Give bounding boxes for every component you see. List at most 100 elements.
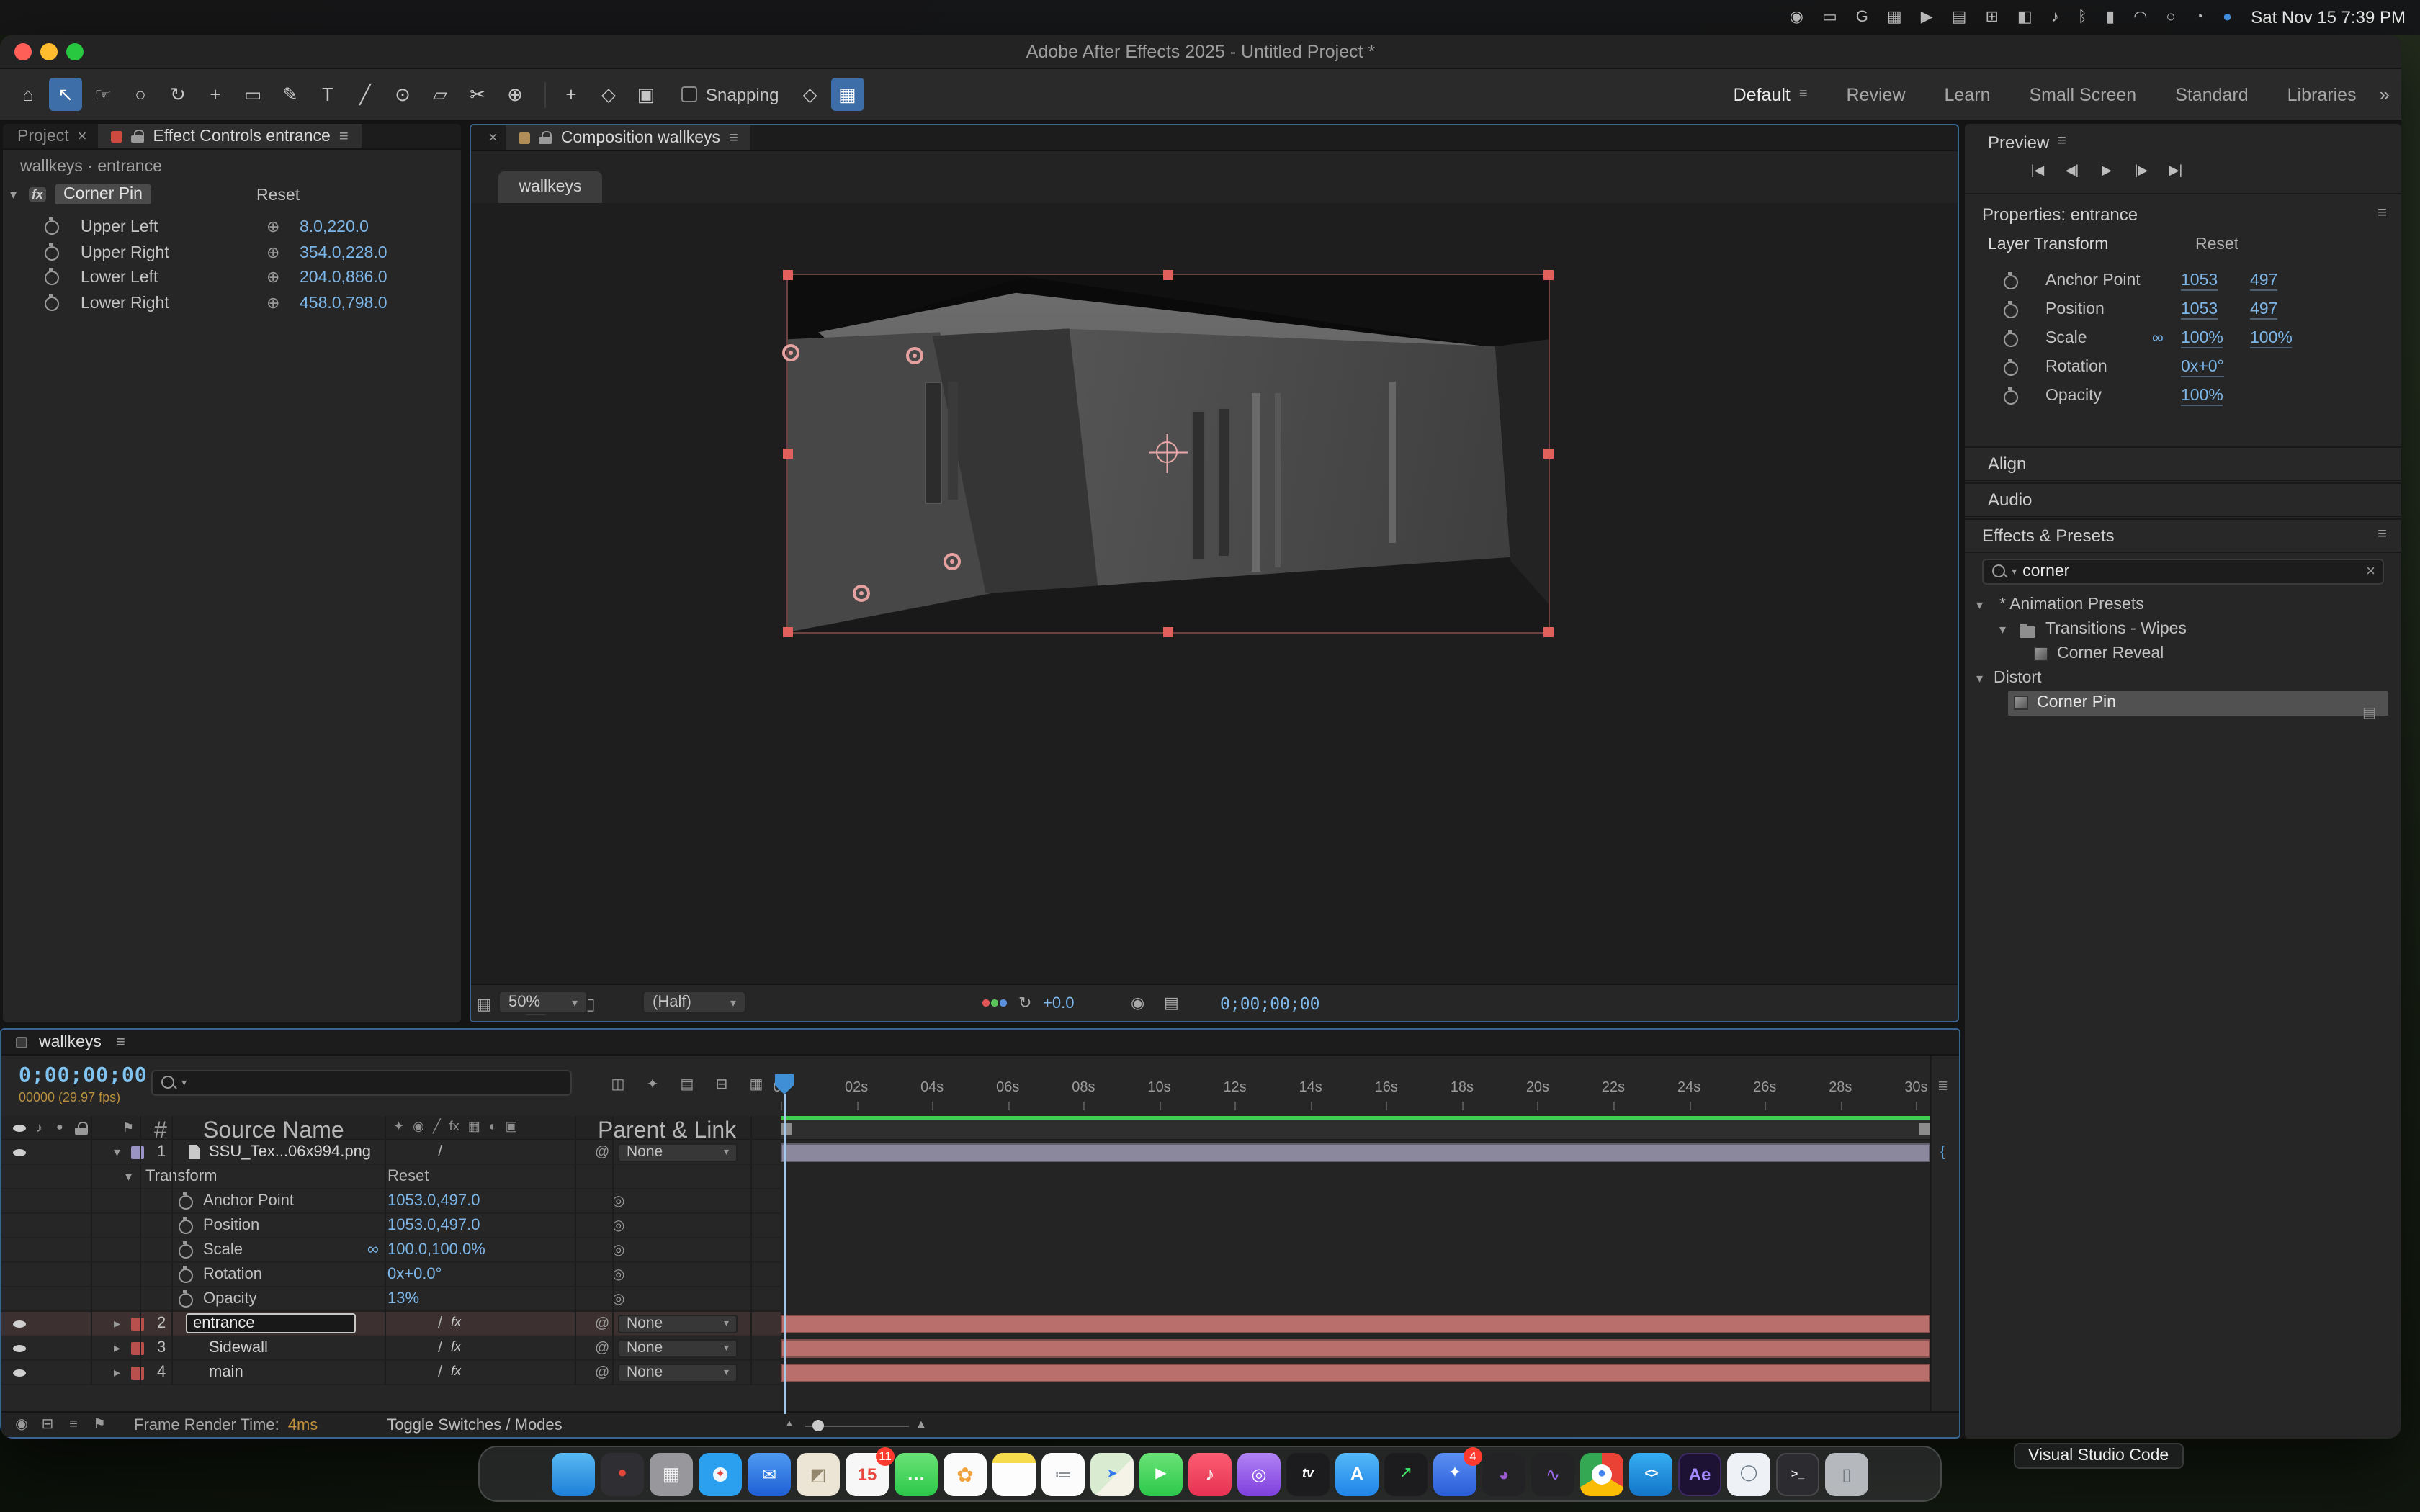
property-value[interactable]: 100% bbox=[2181, 330, 2223, 348]
stopwatch-icon[interactable] bbox=[43, 243, 59, 260]
scale-row[interactable]: Scale ∞ 100.0,100.0% ◎ bbox=[1, 1238, 781, 1263]
previous-frame-button[interactable]: ◀| bbox=[2057, 158, 2087, 181]
tab-project[interactable]: Project bbox=[17, 127, 69, 145]
clear-search-icon[interactable]: × bbox=[2366, 563, 2375, 580]
bluetooth-icon[interactable]: ᛒ bbox=[2078, 9, 2087, 25]
property-value[interactable]: 100% bbox=[2250, 330, 2293, 348]
chevron-right-icon[interactable]: ▸ bbox=[114, 1316, 120, 1332]
param-row-lower-left[interactable]: Lower Left ⊕ 204.0,886.0 bbox=[3, 266, 461, 291]
target-icon[interactable]: ⊕ bbox=[266, 293, 279, 312]
reset-exposure-icon[interactable]: ↻ bbox=[1018, 994, 1031, 1012]
effect-reset-button[interactable]: Reset bbox=[256, 187, 300, 204]
dock-terminal[interactable]: >_ bbox=[1776, 1452, 1819, 1495]
property-value[interactable]: 1053 bbox=[2181, 301, 2218, 320]
bbox-handle[interactable] bbox=[783, 270, 793, 280]
target-icon[interactable]: ⊕ bbox=[266, 268, 279, 287]
param-row-lower-right[interactable]: Lower Right ⊕ 458.0,798.0 bbox=[3, 292, 461, 316]
quality-switch[interactable]: / bbox=[438, 1315, 442, 1332]
tree-item-animation-presets[interactable]: ▾ * Animation Presets bbox=[1965, 593, 2401, 618]
collapse-switch-icon[interactable]: ✦ bbox=[393, 1119, 404, 1135]
layer-color-swatch[interactable] bbox=[131, 1146, 144, 1159]
effect-name[interactable]: Corner Pin bbox=[55, 184, 151, 204]
bbox-handle[interactable] bbox=[783, 449, 793, 459]
time-ruler[interactable]: 0s02s04s06s08s10s12s14s16s18s20s22s24s26… bbox=[781, 1076, 1960, 1113]
tree-item-transitions-wipes[interactable]: ▾ Transitions - Wipes bbox=[1965, 618, 2401, 642]
local-axis-mode-icon[interactable]: + bbox=[555, 78, 588, 111]
volume-icon[interactable]: ♪ bbox=[2051, 9, 2059, 25]
layer-4-duration-bar[interactable] bbox=[781, 1364, 1930, 1382]
stopwatch-icon[interactable] bbox=[177, 1217, 193, 1234]
rotation-row[interactable]: Rotation 0x+0.0° ◎ bbox=[1, 1263, 781, 1287]
stopwatch-icon[interactable] bbox=[177, 1192, 193, 1210]
parent-dropdown[interactable]: None▾ bbox=[618, 1338, 738, 1357]
property-value[interactable]: 1053.0,497.0 bbox=[387, 1217, 480, 1234]
quality-switch[interactable]: / bbox=[438, 1364, 442, 1381]
fx-switch[interactable]: fx bbox=[451, 1315, 461, 1329]
grid-icon[interactable]: ⊞ bbox=[1985, 9, 1998, 25]
layer-name-edit-field[interactable] bbox=[186, 1313, 356, 1333]
transform-group-row[interactable]: ▾ Transform Reset bbox=[1, 1165, 781, 1189]
pickwhip-icon[interactable]: @ bbox=[595, 1145, 609, 1161]
pickwhip-icon[interactable]: @ bbox=[595, 1316, 609, 1332]
pickwhip-icon[interactable]: @ bbox=[595, 1365, 609, 1381]
home-tool-icon[interactable]: ⌂ bbox=[12, 78, 45, 111]
param-value[interactable]: 458.0,798.0 bbox=[300, 294, 387, 312]
workspace-learn[interactable]: Learn bbox=[1945, 84, 1991, 104]
dock-safari[interactable]: ✦ bbox=[699, 1452, 742, 1495]
stopwatch-icon[interactable] bbox=[43, 293, 59, 310]
panel-menu-icon[interactable]: ≡ bbox=[2378, 526, 2387, 543]
keyboard-icon[interactable]: ▤ bbox=[1952, 9, 1967, 25]
pen-tool-icon[interactable]: ✎ bbox=[274, 78, 307, 111]
composition-viewer[interactable] bbox=[471, 203, 1958, 986]
dock-notes-app-light[interactable]: ◯ bbox=[1727, 1452, 1770, 1495]
hide-shy-layers-icon[interactable]: ▤ bbox=[676, 1073, 699, 1096]
eraser-tool-icon[interactable]: ▱ bbox=[424, 78, 457, 111]
panel-menu-icon[interactable]: ≡ bbox=[339, 127, 349, 145]
param-value[interactable]: 354.0,228.0 bbox=[300, 244, 387, 261]
position-row[interactable]: Position 1053.0,497.0 ◎ bbox=[1, 1214, 781, 1238]
effect-header-row[interactable]: ▾ fx Corner Pin Reset bbox=[3, 184, 461, 209]
playhead-line[interactable] bbox=[784, 1094, 786, 1414]
work-area-end-handle[interactable] bbox=[1919, 1123, 1930, 1135]
mini-list-icon[interactable]: ≣ bbox=[1937, 1079, 1948, 1094]
param-value[interactable]: 204.0,886.0 bbox=[300, 269, 387, 287]
target-icon[interactable]: ⊕ bbox=[266, 217, 279, 236]
effects-switch-icon[interactable]: fx bbox=[449, 1119, 460, 1135]
timeline-search-field[interactable]: ▾ bbox=[151, 1070, 572, 1096]
stopwatch-icon[interactable] bbox=[43, 217, 59, 235]
property-value[interactable]: 1053 bbox=[2181, 272, 2218, 291]
stopwatch-icon[interactable] bbox=[2002, 301, 2018, 318]
dock-notes[interactable] bbox=[992, 1452, 1036, 1495]
control-center-icon[interactable]: ◔ bbox=[2195, 9, 2204, 25]
layer-name[interactable]: SSU_Tex...06x994.png bbox=[209, 1143, 371, 1161]
dock-podcasts[interactable]: ◎ bbox=[1237, 1452, 1281, 1495]
rotation-tool-icon[interactable]: ↻ bbox=[161, 78, 194, 111]
dock-stocks[interactable]: ↗ bbox=[1384, 1452, 1428, 1495]
stopwatch-icon[interactable] bbox=[177, 1290, 193, 1308]
snapshot-camera-icon[interactable]: ◉ bbox=[1131, 994, 1144, 1012]
dock-messages[interactable]: … bbox=[895, 1452, 938, 1495]
tab-composition[interactable]: Composition wallkeys ≡ bbox=[506, 125, 751, 150]
quality-switch[interactable]: / bbox=[438, 1339, 442, 1356]
workspace-overflow-button[interactable]: » bbox=[2380, 84, 2390, 105]
anchor-point-indicator[interactable] bbox=[1156, 441, 1178, 463]
chevron-down-icon[interactable]: ▾ bbox=[2012, 566, 2017, 577]
chevron-down-icon[interactable]: ▾ bbox=[10, 187, 17, 203]
target-icon[interactable]: ⊕ bbox=[266, 243, 279, 261]
layer-row-4[interactable]: ▸ 4 main / fx @ None▾ bbox=[1, 1361, 781, 1385]
shape-tool-icon[interactable]: ▭ bbox=[236, 78, 269, 111]
audio-panel-header[interactable]: Audio bbox=[1965, 482, 2401, 517]
draft-3d-icon[interactable]: ✦ bbox=[641, 1073, 664, 1096]
fx-switch[interactable]: fx bbox=[451, 1364, 461, 1378]
panel-menu-icon[interactable]: ≡ bbox=[2378, 204, 2387, 222]
param-row-upper-left[interactable]: Upper Left ⊕ 8.0,220.0 bbox=[3, 216, 461, 240]
screen-record-icon[interactable]: ◉ bbox=[1790, 9, 1803, 25]
close-project-tab-icon[interactable]: × bbox=[78, 127, 87, 145]
dock-app-badged[interactable]: ✦ 4 bbox=[1433, 1452, 1476, 1495]
tree-item-distort[interactable]: ▾ Distort bbox=[1965, 667, 2401, 691]
quality-switch[interactable]: / bbox=[438, 1143, 442, 1161]
chevron-down-icon[interactable]: ▾ bbox=[182, 1077, 187, 1089]
effects-presets-header[interactable]: Effects & Presets ≡ bbox=[1965, 518, 2401, 553]
property-value[interactable]: 100.0,100.0% bbox=[387, 1241, 485, 1259]
play-button[interactable]: ▶ bbox=[2092, 158, 2122, 181]
